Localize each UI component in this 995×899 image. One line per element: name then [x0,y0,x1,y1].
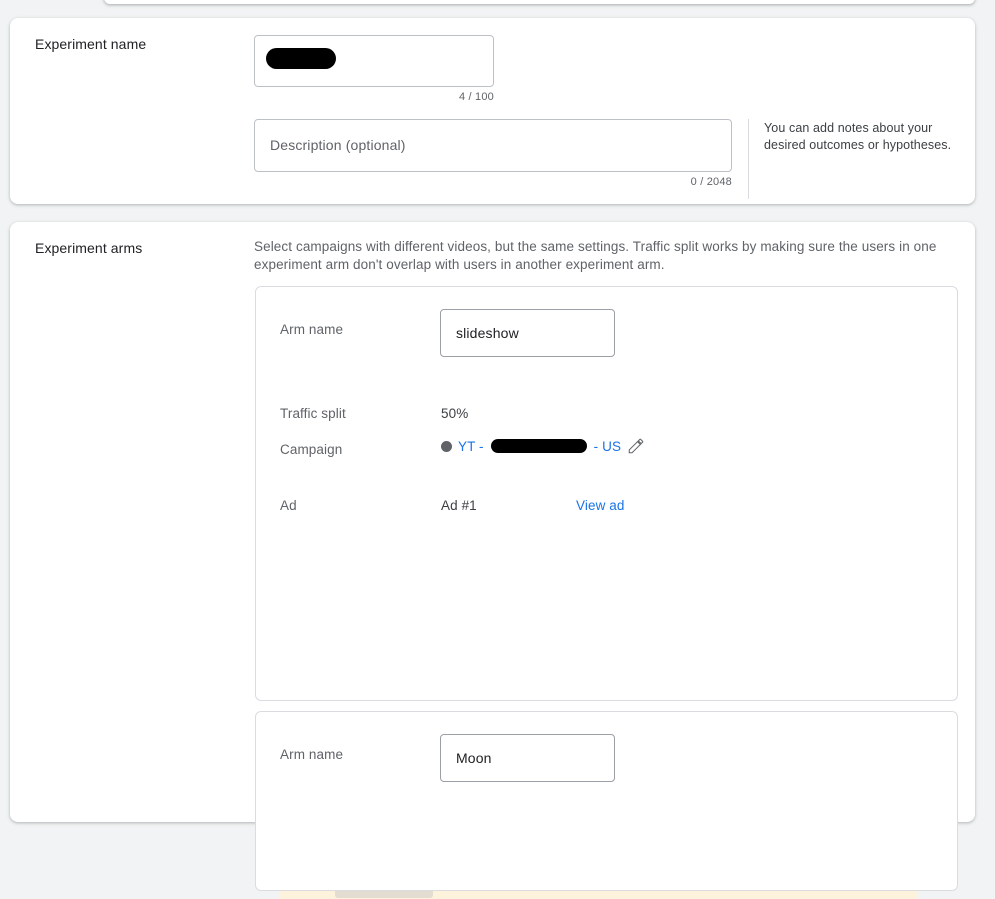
campaign-status-dot-icon [441,441,452,452]
view-ad-link-1[interactable]: View ad [576,498,624,513]
experiment-arm-card-1: Arm name slideshow Traffic split 50% Cam… [255,286,958,701]
arm-name-value-1: slideshow [456,325,519,341]
campaign-link-prefix[interactable]: YT - [458,439,484,454]
arm-name-input-2[interactable]: Moon [440,734,615,782]
description-char-counter: 0 / 2048 [454,176,732,188]
experiment-name-input[interactable] [254,35,494,87]
traffic-split-label-1: Traffic split [280,406,346,421]
arm-name-input-1[interactable]: slideshow [440,309,615,357]
ad-value-1: Ad #1 [441,498,477,513]
redacted-experiment-name [266,48,336,69]
description-hint-text: You can add notes about your desired out… [764,120,969,154]
redacted-campaign-name [491,439,587,453]
experiment-arms-label: Experiment arms [35,240,142,256]
arm-name-label-2: Arm name [280,747,343,762]
experiment-name-card: Experiment name 4 / 100 Description (opt… [10,18,975,204]
previous-card-edge [104,0,975,4]
experiment-name-label: Experiment name [35,36,146,52]
traffic-split-value-1: 50% [441,406,468,421]
description-placeholder: Description (optional) [270,137,406,153]
campaign-label-1: Campaign [280,442,342,457]
campaign-row-1: YT - - US [441,437,645,455]
arm-name-label-1: Arm name [280,322,343,337]
experiment-arms-card: Experiment arms Select campaigns with di… [10,222,975,822]
arm-name-value-2: Moon [456,750,492,766]
experiment-arms-description: Select campaigns with different videos, … [254,238,966,274]
edit-pencil-icon[interactable] [627,437,645,455]
experiment-arm-card-2: Arm name Moon [255,711,958,891]
experiment-name-char-counter: 4 / 100 [254,91,494,103]
description-input[interactable]: Description (optional) [254,119,732,172]
campaign-link-suffix[interactable]: - US [594,439,621,454]
ad-label-1: Ad [280,498,297,513]
vertical-divider [748,119,749,199]
